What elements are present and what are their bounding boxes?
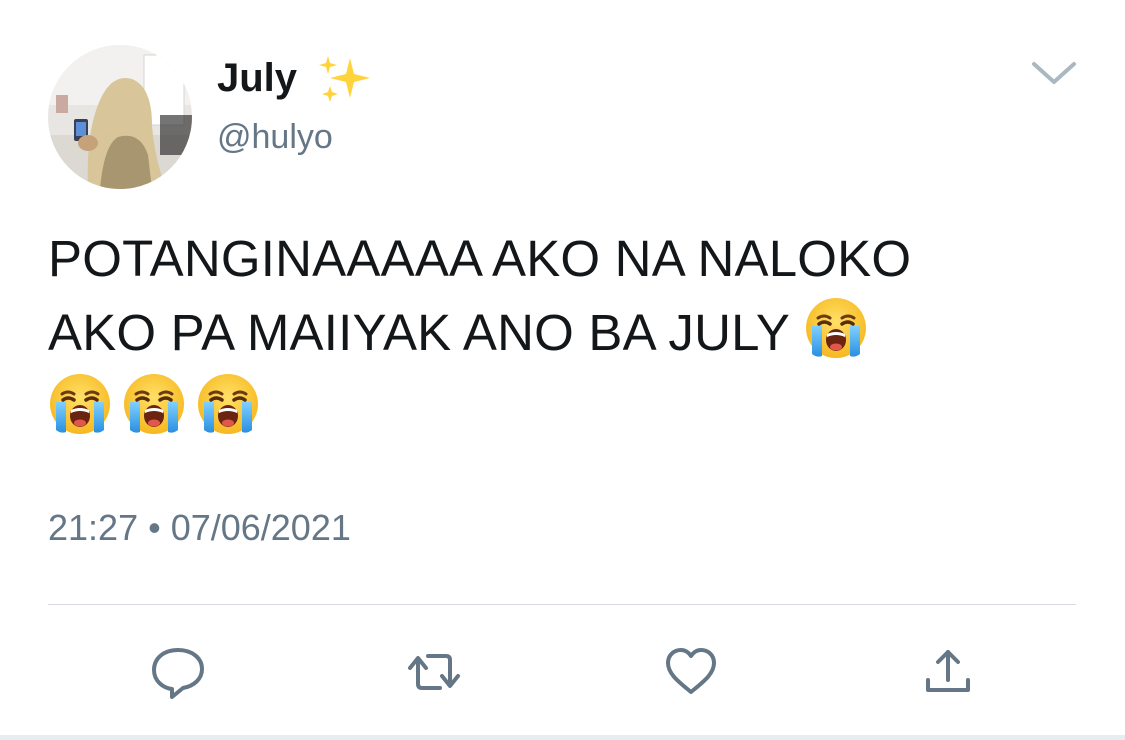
handle[interactable]: @hulyo <box>217 116 333 158</box>
reply-icon <box>152 648 204 699</box>
tweet-text-line-2: AKO PA MAIIYAK ANO BA JULY <box>48 296 1088 370</box>
share-button[interactable] <box>920 644 976 700</box>
heart-icon <box>666 648 716 694</box>
avatar-photo <box>48 45 192 189</box>
tweet-text-line: POTANGINAAAAA AKO NA NALOKO <box>48 230 912 287</box>
loudly-crying-face-icon <box>122 372 186 436</box>
loudly-crying-face-icon <box>196 372 260 436</box>
chevron-down-icon[interactable] <box>1030 58 1078 88</box>
sparkles-emoji <box>319 56 370 102</box>
display-name[interactable]: July <box>217 54 297 102</box>
bottom-border <box>0 735 1125 740</box>
like-button[interactable] <box>663 644 719 700</box>
tweet-card: July @hulyo POTANGINAAAAA AKO NA NALOKO … <box>0 0 1125 740</box>
tweet-text-line: AKO PA MAIIYAK ANO BA JULY <box>48 304 790 361</box>
loudly-crying-face-icon <box>804 296 868 360</box>
share-icon <box>926 650 970 692</box>
retweet-button[interactable] <box>406 644 462 700</box>
tweet-text: POTANGINAAAAA AKO NA NALOKO AKO PA MAIIY… <box>48 222 1088 446</box>
reply-button[interactable] <box>150 644 206 700</box>
timestamp[interactable]: 21:27 • 07/06/2021 <box>48 506 351 550</box>
emoji-row <box>48 372 1088 446</box>
avatar[interactable] <box>48 45 192 189</box>
loudly-crying-face-icon <box>48 372 112 436</box>
divider <box>48 604 1076 605</box>
retweet-icon <box>408 654 460 690</box>
